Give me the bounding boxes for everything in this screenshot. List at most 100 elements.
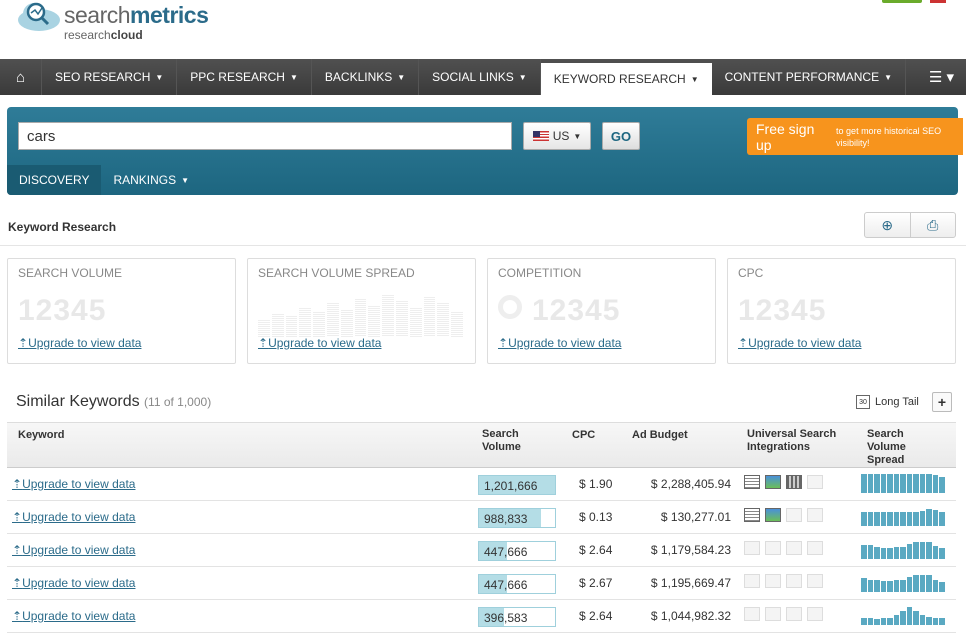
shopping-icon — [807, 574, 823, 588]
spark-bar — [867, 618, 874, 625]
upgrade-link[interactable]: ⇡Upgrade to view data — [738, 336, 861, 350]
arrow-up-icon: ⇡ — [12, 510, 23, 524]
usi-icons — [744, 508, 823, 522]
spark-bar — [900, 512, 906, 526]
usi-icons — [744, 574, 823, 588]
shopping-icon — [807, 508, 823, 522]
long-tail-toggle[interactable]: 30 Long Tail — [856, 395, 919, 409]
news-icon — [744, 475, 760, 489]
table-row: ⇡Upgrade to view data 447,666 $ 2.67 $ 1,19… — [7, 567, 956, 600]
search-panel: cars US ▼ GO Free sign up to get more his… — [7, 107, 963, 195]
upgrade-link[interactable]: ⇡Upgrade to view data — [498, 336, 621, 350]
pdf-export-icon[interactable]: ⎙ — [911, 213, 956, 237]
spark-bar — [913, 512, 919, 526]
col-spread[interactable]: Search Volume Spread — [867, 428, 937, 467]
go-button[interactable]: GO — [602, 122, 640, 150]
upgrade-link[interactable]: ⇡Upgrade to view data — [18, 336, 141, 350]
ghost-pie-icon — [498, 295, 522, 319]
news-icon — [744, 541, 760, 555]
spark-bar — [906, 474, 913, 493]
arrow-up-icon: ⇡ — [12, 543, 23, 557]
spark-bar — [893, 547, 900, 559]
calendar-icon: 30 — [856, 395, 870, 409]
video-icon — [786, 541, 802, 555]
spark-bar — [874, 580, 880, 592]
volume-spread-sparkline — [861, 473, 945, 493]
divider — [0, 245, 966, 246]
volume-spread-sparkline — [861, 605, 945, 625]
chevron-down-icon: ▼ — [518, 72, 527, 82]
main-nav: ⌂ SEO RESEARCH ▼ PPC RESEARCH ▼ BACKLINKS ▼… — [0, 59, 966, 95]
add-icon[interactable]: ⊕ — [865, 213, 911, 237]
top-green-button[interactable] — [882, 0, 922, 3]
usi-icons — [744, 541, 823, 555]
image-icon — [765, 574, 781, 588]
nav-social-links[interactable]: SOCIAL LINKS ▼ — [419, 59, 541, 95]
upgrade-link[interactable]: ⇡Upgrade to view data — [12, 609, 135, 623]
spark-bar — [893, 474, 900, 493]
upgrade-link[interactable]: ⇡Upgrade to view data — [12, 543, 135, 557]
upgrade-link[interactable]: ⇡Upgrade to view data — [12, 477, 135, 491]
upgrade-link[interactable]: ⇡Upgrade to view data — [12, 576, 135, 590]
spark-bar — [932, 618, 939, 625]
col-search-volume[interactable]: Search Volume — [482, 428, 542, 454]
col-keyword[interactable]: Keyword — [18, 429, 64, 442]
signup-small-text: to get more historical SEO visibility! — [836, 125, 942, 148]
tab-rankings[interactable]: RANKINGS ▼ — [101, 165, 201, 195]
spark-bar — [919, 474, 926, 493]
tab-discovery[interactable]: DISCOVERY — [7, 165, 102, 195]
page-title: Keyword Research — [8, 220, 117, 234]
col-universal-search[interactable]: Universal Search Integrations — [747, 428, 857, 454]
spark-bar — [900, 474, 906, 493]
search-volume-bar: 988,833 — [478, 508, 556, 528]
spark-bar — [867, 474, 874, 493]
card-competition: COMPETITION 12345 ⇡Upgrade to view data — [487, 258, 716, 364]
spark-bar — [861, 545, 867, 559]
upgrade-link[interactable]: ⇡Upgrade to view data — [12, 510, 135, 524]
free-signup-banner[interactable]: Free sign up to get more historical SEO … — [747, 118, 963, 155]
search-volume-bar: 396,583 — [478, 607, 556, 627]
search-input[interactable]: cars — [18, 122, 512, 150]
cpc-value: $ 0.13 — [579, 510, 613, 524]
upgrade-link[interactable]: ⇡Upgrade to view data — [258, 336, 381, 350]
chevron-down-icon: ▼ — [884, 72, 893, 82]
nav-home[interactable]: ⌂ — [0, 59, 42, 95]
spark-bar — [880, 548, 887, 559]
cpc-value: $ 1.90 — [579, 477, 613, 491]
uk-flag-icon[interactable] — [930, 0, 946, 3]
spark-bar — [919, 575, 926, 592]
nav-seo-research[interactable]: SEO RESEARCH ▼ — [42, 59, 178, 95]
logo-main-a: search — [64, 2, 131, 28]
image-icon — [765, 475, 781, 489]
nav-content-performance[interactable]: CONTENT PERFORMANCE ▼ — [712, 59, 907, 95]
nav-backlinks[interactable]: BACKLINKS ▼ — [312, 59, 420, 95]
nav-keyword-research[interactable]: KEYWORD RESEARCH ▼ — [540, 63, 712, 95]
table-row: ⇡Upgrade to view data 1,201,666 $ 1.90 $ 2,… — [7, 468, 956, 501]
add-keyword-button[interactable]: + — [932, 392, 952, 412]
logo[interactable]: searchmetrics researchcloud — [16, 0, 209, 41]
top-links — [882, 0, 946, 3]
spark-bar — [939, 548, 945, 559]
spark-bar — [861, 512, 867, 526]
spark-bar — [926, 575, 932, 592]
spark-bar — [900, 547, 906, 559]
nav-ppc-research[interactable]: PPC RESEARCH ▼ — [177, 59, 312, 95]
search-volume-bar: 447,666 — [478, 541, 556, 561]
menu-list-icon[interactable]: ☰ ▾ — [929, 59, 954, 95]
col-ad-budget[interactable]: Ad Budget — [632, 429, 688, 442]
video-icon — [786, 607, 802, 621]
ad-budget-value: $ 2,288,405.94 — [650, 477, 731, 491]
col-cpc[interactable]: CPC — [572, 429, 595, 442]
spark-bar — [893, 580, 900, 592]
spark-bar — [861, 618, 867, 625]
country-select[interactable]: US ▼ — [523, 122, 591, 150]
similar-keywords-count: (11 of 1,000) — [144, 395, 212, 409]
spark-bar — [861, 578, 867, 592]
sub-tabs: DISCOVERY RANKINGS ▼ — [7, 165, 201, 195]
spark-bar — [867, 545, 874, 559]
spark-bar — [887, 512, 893, 526]
spark-bar — [919, 615, 926, 625]
spark-bar — [932, 546, 939, 559]
spark-bar — [887, 474, 893, 493]
news-icon — [744, 508, 760, 522]
